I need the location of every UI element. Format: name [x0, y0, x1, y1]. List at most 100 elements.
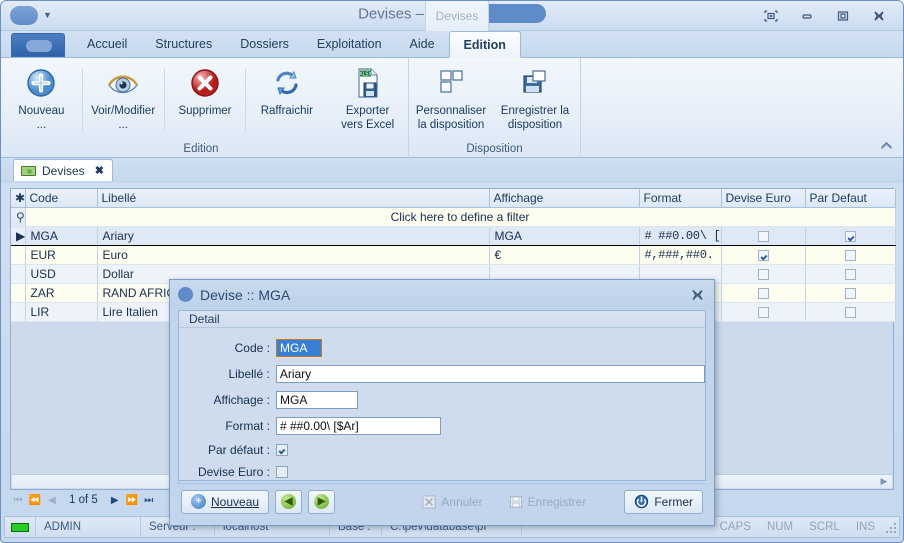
- checkbox[interactable]: [757, 231, 769, 243]
- ribbon-group-label: Edition: [183, 143, 219, 155]
- export-excel-icon: XLSX: [353, 66, 383, 100]
- checkbox[interactable]: [844, 288, 856, 300]
- checkbox[interactable]: [757, 307, 769, 319]
- status-caps: CAPS: [719, 521, 751, 533]
- group-header-detail: Detail: [179, 311, 705, 328]
- contextual-tab-group-label: Devises: [425, 1, 489, 32]
- form-row-devise-euro: Devise Euro :: [179, 465, 705, 479]
- refresh-arrows-icon: [271, 66, 303, 100]
- ribbon-button-label: Voir/Modifier...: [91, 105, 156, 131]
- plus-circle-icon: +: [191, 494, 206, 509]
- label-affichage: Affichage :: [213, 393, 270, 407]
- pager-first-button[interactable]: ⏮: [10, 495, 26, 506]
- label-format: Format :: [225, 419, 270, 433]
- money-icon: [21, 165, 36, 176]
- tab-exploitation[interactable]: Exploitation: [303, 31, 396, 58]
- dialog-title-bar: Devise :: MGA: [170, 280, 714, 309]
- status-scrl: SCRL: [809, 521, 840, 533]
- layout-blocks-icon: [435, 66, 467, 100]
- affichage-field[interactable]: [276, 391, 358, 409]
- checkbox[interactable]: [757, 269, 769, 281]
- devise-euro-checkbox[interactable]: [276, 466, 288, 478]
- close-icon[interactable]: ✖: [95, 164, 104, 177]
- pager-position-label: 1 of 5: [69, 494, 98, 506]
- ribbon-button-personnaliser-disposition[interactable]: Personnaliser la disposition: [409, 62, 493, 132]
- checkbox[interactable]: [844, 250, 856, 262]
- tab-aide[interactable]: Aide: [396, 31, 449, 58]
- devise-detail-dialog: Devise :: MGA Detail Code : Libellé : Af…: [169, 279, 715, 526]
- previous-record-button[interactable]: ◀: [275, 489, 303, 514]
- pager-prev-page-button[interactable]: ⏪: [27, 495, 43, 506]
- checkbox[interactable]: [844, 269, 856, 281]
- close-icon[interactable]: [688, 286, 706, 304]
- pager-next-page-button[interactable]: ⏩: [124, 495, 140, 506]
- maximize-icon[interactable]: [825, 5, 861, 27]
- status-num: NUM: [766, 521, 794, 533]
- restore-all-icon[interactable]: [753, 5, 789, 27]
- checkbox[interactable]: [844, 307, 856, 319]
- ribbon-tab-bar: Accueil Structures Dossiers Exploitation…: [1, 31, 903, 58]
- dialog-footer: + Nouveau ◀ ▶ Annuler Enregistrer Fermer: [178, 483, 706, 519]
- app-menu-tab-button[interactable]: [11, 33, 65, 57]
- pager-last-button[interactable]: ⏭: [141, 495, 157, 506]
- plus-circle-icon: [25, 66, 57, 100]
- resize-grip-icon[interactable]: [883, 520, 897, 534]
- cancel-icon: [422, 495, 436, 508]
- ribbon-button-raffraichir[interactable]: Raffraichir: [246, 62, 327, 118]
- title-bar: ▼ Devises – Devises: [1, 1, 903, 32]
- format-field[interactable]: [276, 417, 441, 435]
- ribbon-button-nouveau[interactable]: Nouveau...: [1, 62, 82, 132]
- label-par-defaut: Par défaut :: [207, 443, 270, 457]
- window-controls: [753, 5, 897, 27]
- tab-dossiers[interactable]: Dossiers: [226, 31, 303, 58]
- enregistrer-button[interactable]: Enregistrer: [499, 490, 597, 514]
- save-floppy-icon: [519, 66, 551, 100]
- scroll-right-icon[interactable]: ▶: [878, 476, 890, 487]
- tab-accueil[interactable]: Accueil: [73, 31, 141, 58]
- svg-text:XLSX: XLSX: [359, 72, 372, 78]
- ribbon-button-exporter-excel[interactable]: XLSX Exporter vers Excel: [327, 62, 408, 132]
- form-row-format: Format :: [179, 417, 705, 435]
- ribbon-group-label: Disposition: [466, 143, 523, 155]
- tab-structures[interactable]: Structures: [141, 31, 226, 58]
- ribbon-button-voir-modifier[interactable]: Voir/Modifier...: [83, 62, 164, 132]
- status-key-indicators: CAPS NUM SCRL INS: [712, 520, 899, 534]
- checkbox[interactable]: [844, 231, 856, 243]
- save-floppy-icon: [509, 495, 522, 508]
- par-defaut-checkbox[interactable]: [276, 444, 288, 456]
- close-icon[interactable]: [861, 5, 897, 27]
- form-row-par-defaut: Par défaut :: [179, 443, 705, 457]
- dialog-body: Detail Code : Libellé : Affichage : Form…: [178, 310, 706, 481]
- annuler-button[interactable]: Annuler: [412, 490, 492, 514]
- label-libelle: Libellé :: [228, 367, 270, 381]
- next-record-button[interactable]: ▶: [308, 489, 336, 514]
- ribbon-button-label: Enregistrer la disposition: [500, 105, 570, 131]
- status-ins: INS: [855, 521, 875, 533]
- enregistrer-button-label: Enregistrer: [527, 494, 587, 509]
- ribbon-button-label: Exporter vers Excel: [341, 105, 395, 131]
- detail-form: Code : Libellé : Affichage : Format : Pa: [179, 328, 705, 479]
- document-tab-devises[interactable]: Devises ✖: [13, 159, 113, 181]
- pager-next-button[interactable]: ▶: [107, 495, 123, 506]
- ribbon-button-supprimer[interactable]: Supprimer: [165, 62, 246, 118]
- nouveau-button[interactable]: + Nouveau: [181, 489, 270, 514]
- fermer-button[interactable]: Fermer: [624, 489, 703, 514]
- checkbox[interactable]: [757, 250, 769, 262]
- libelle-field[interactable]: [275, 365, 705, 383]
- code-field[interactable]: [276, 339, 322, 357]
- connection-led-icon: [11, 522, 29, 532]
- minimize-icon[interactable]: [789, 5, 825, 27]
- record-pager: ⏮ ⏪ ◀ 1 of 5 ▶ ⏩ ⏭: [10, 491, 157, 509]
- tab-edition[interactable]: Edition: [448, 31, 521, 58]
- ribbon-button-enregistrer-disposition[interactable]: Enregistrer la disposition: [493, 62, 577, 132]
- checkbox[interactable]: [757, 288, 769, 300]
- dialog-title-label: Devise :: MGA: [200, 286, 291, 303]
- ribbon-button-label: Supprimer: [178, 105, 232, 117]
- pager-prev-button[interactable]: ◀: [44, 495, 60, 506]
- chevron-up-icon[interactable]: [880, 141, 893, 153]
- dialog-icon: [178, 287, 193, 302]
- label-devise-euro: Devise Euro :: [197, 465, 270, 479]
- nouveau-button-label: Nouveau: [211, 494, 260, 509]
- label-code: Code :: [234, 341, 270, 355]
- form-row-code: Code :: [179, 339, 705, 357]
